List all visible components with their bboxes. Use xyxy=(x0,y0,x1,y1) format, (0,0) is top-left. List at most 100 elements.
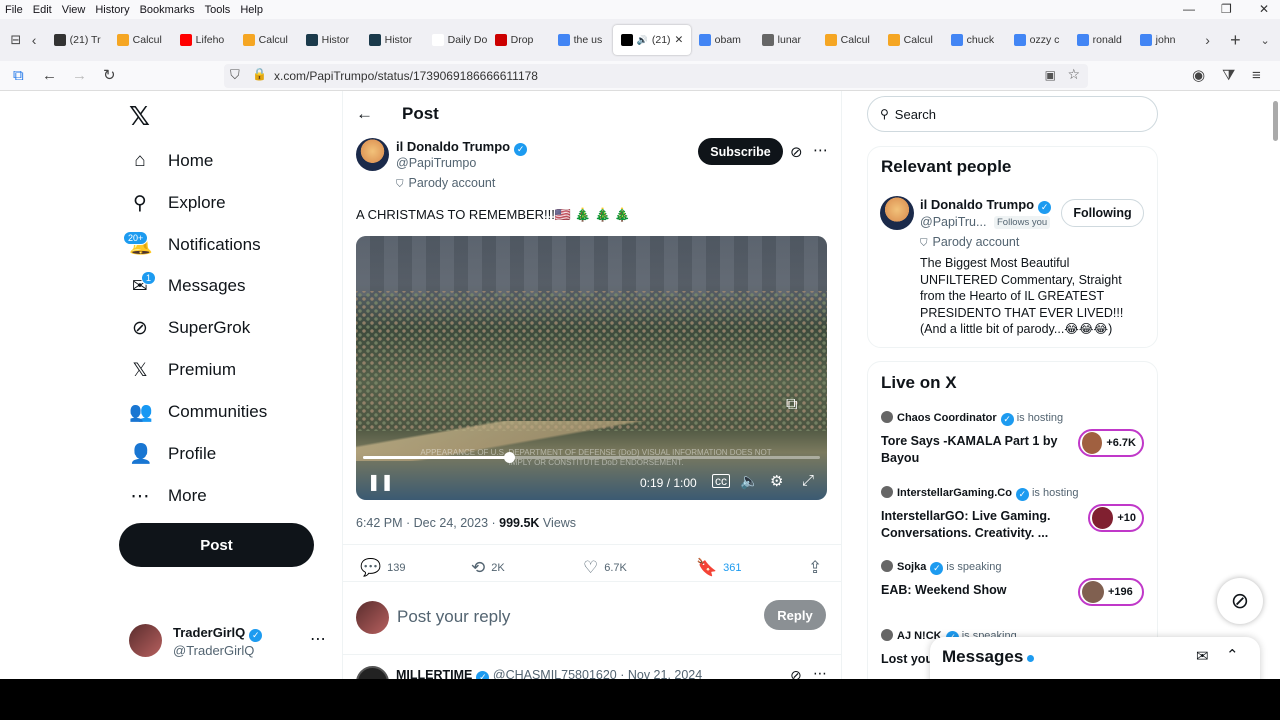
sidebar-item-communities[interactable]: 👥 Communities xyxy=(129,397,267,427)
video-player[interactable]: APPEARANCE OF U.S. DEPARTMENT OF DEFENSE… xyxy=(356,236,827,500)
browser-tab[interactable]: Daily Dose xyxy=(424,25,487,55)
author-handle[interactable]: @PapiTrumpo xyxy=(396,156,476,170)
person-name-link[interactable]: il Donaldo Trumpo ✓ xyxy=(920,197,1052,214)
live-listeners-pill[interactable]: +10 xyxy=(1088,504,1144,532)
reply-input[interactable]: Post your reply xyxy=(397,607,510,627)
like-action[interactable]: ♡ 6.7K xyxy=(583,558,627,578)
post-more-icon[interactable]: ⋯ xyxy=(813,141,828,159)
browser-tab[interactable]: john xyxy=(1132,25,1195,55)
browser-tab[interactable]: chuck xyxy=(943,25,1006,55)
grok-fab-icon[interactable]: ⊘ xyxy=(1217,578,1263,624)
settings-gear-icon[interactable]: ⚙ xyxy=(770,472,783,490)
picture-in-picture-icon[interactable]: ⧉ xyxy=(786,396,797,414)
back-arrow-icon[interactable]: ← xyxy=(356,104,373,124)
volume-icon[interactable]: 🔈 xyxy=(740,472,759,490)
sidebar-item-premium[interactable]: 𝕏 Premium xyxy=(129,355,236,385)
list-tabs-icon[interactable]: ⌄ xyxy=(1250,34,1280,47)
sidebar-item-home[interactable]: ⌂ Home xyxy=(129,146,213,176)
video-progress-track[interactable] xyxy=(363,456,820,459)
back-icon[interactable]: ← xyxy=(42,66,57,86)
menu-bookmarks[interactable]: Bookmarks xyxy=(135,4,200,16)
expand-drawer-icon[interactable]: ⌃ xyxy=(1226,646,1239,664)
author-name-link[interactable]: il Donaldo Trumpo ✓ xyxy=(396,139,528,156)
share-action[interactable]: ⇪ xyxy=(808,558,822,578)
sidebar-item-more[interactable]: ⋯ More xyxy=(129,481,207,511)
reply-button[interactable]: Reply xyxy=(764,600,826,630)
account-more-icon[interactable]: ⋯ xyxy=(310,629,326,649)
captions-icon[interactable]: cc xyxy=(712,474,730,488)
browser-tab[interactable]: Lifeho xyxy=(172,25,235,55)
reply-author-avatar[interactable] xyxy=(356,666,389,679)
bookmark-star-icon[interactable]: ☆ xyxy=(1067,66,1080,83)
repost-action[interactable]: ⟲ 2K xyxy=(471,558,505,578)
subscribe-button[interactable]: Subscribe xyxy=(698,138,783,165)
fullscreen-icon[interactable]: ⤢ xyxy=(802,472,814,489)
search-box[interactable]: ⚲ Search xyxy=(867,96,1158,132)
person-avatar[interactable] xyxy=(880,196,914,230)
browser-tab[interactable]: Calcul xyxy=(109,25,172,55)
page-scrollbar[interactable] xyxy=(1273,101,1278,141)
menu-tools[interactable]: Tools xyxy=(200,4,236,16)
sidebar-item-notifications[interactable]: 🔔 Notifications xyxy=(129,230,261,260)
shield-icon[interactable]: ⛉ xyxy=(230,67,240,83)
menu-history[interactable]: History xyxy=(90,4,134,16)
browser-tab[interactable]: Drop xyxy=(487,25,550,55)
minimize-icon[interactable]: — xyxy=(1178,2,1200,16)
live-host-row[interactable]: Chaos Coordinator ✓ is hosting xyxy=(881,411,1063,426)
browser-tab[interactable]: ozzy c xyxy=(1006,25,1069,55)
browser-tab[interactable]: Histor xyxy=(361,25,424,55)
account-icon[interactable]: ◉ xyxy=(1192,66,1205,86)
forward-icon[interactable]: → xyxy=(72,66,87,86)
browser-tab[interactable]: Calcul xyxy=(817,25,880,55)
address-bar[interactable]: ⛉ 🔒 x.com/PapiTrumpo/status/173906918666… xyxy=(224,64,1088,88)
browser-tab[interactable]: 🔊 (21) ✕ xyxy=(612,25,691,55)
browser-tab[interactable]: lunar xyxy=(754,25,817,55)
new-message-icon[interactable]: ✉ xyxy=(1196,647,1209,665)
sidebar-item-explore[interactable]: ⚲ Explore xyxy=(129,188,226,218)
grok-icon[interactable]: ⊘ xyxy=(790,667,802,679)
speaker-icon[interactable]: 🔊 xyxy=(637,35,648,46)
new-tab-icon[interactable]: + xyxy=(1220,30,1250,51)
bookmark-action[interactable]: 🔖 361 xyxy=(696,558,742,578)
app-menu-icon[interactable]: ≡ xyxy=(1252,66,1261,86)
reload-icon[interactable]: ↻ xyxy=(103,66,116,86)
messages-drawer[interactable]: Messages ✉ ⌃ xyxy=(930,637,1260,679)
maximize-icon[interactable]: ❐ xyxy=(1216,2,1237,16)
sidebar-item-profile[interactable]: 👤 Profile xyxy=(129,439,216,469)
account-avatar[interactable] xyxy=(129,624,162,657)
live-space-title[interactable]: EAB: Weekend Show xyxy=(881,582,1066,599)
browser-tab[interactable]: ronald xyxy=(1069,25,1132,55)
lock-icon[interactable]: 🔒 xyxy=(252,67,267,81)
close-window-icon[interactable]: ✕ xyxy=(1254,2,1274,16)
picture-in-picture-icon[interactable]: ▣ xyxy=(1045,68,1056,82)
author-avatar[interactable] xyxy=(356,138,389,171)
reply-action[interactable]: 💬 139 xyxy=(360,558,406,578)
compose-post-button[interactable]: Post xyxy=(119,523,314,567)
post-timestamp[interactable]: 6:42 PM · Dec 24, 2023 · xyxy=(356,516,499,530)
browser-tab[interactable]: Calcul xyxy=(235,25,298,55)
live-host-row[interactable]: InterstellarGaming.Co ✓ is hosting xyxy=(881,486,1078,501)
sidebar-item-supergrok[interactable]: ⊘ SuperGrok xyxy=(129,313,250,343)
menu-help[interactable]: Help xyxy=(235,4,268,16)
following-button[interactable]: Following xyxy=(1061,199,1144,227)
menu-edit[interactable]: Edit xyxy=(28,4,57,16)
tabs-scroll-left-icon[interactable]: ‹ xyxy=(32,32,46,48)
browser-tab[interactable]: (21) Tr xyxy=(46,25,109,55)
live-listeners-pill[interactable]: +196 xyxy=(1078,578,1144,606)
pause-icon[interactable]: ❚❚ xyxy=(367,472,394,492)
tab-overview-icon[interactable]: ⊟ xyxy=(0,32,32,48)
browser-tab[interactable]: the us xyxy=(550,25,613,55)
grok-icon[interactable]: ⊘ xyxy=(790,143,803,161)
live-listeners-pill[interactable]: +6.7K xyxy=(1078,429,1144,457)
menu-view[interactable]: View xyxy=(57,4,91,16)
x-logo-icon[interactable]: 𝕏 xyxy=(129,101,150,132)
tabs-scroll-right-icon[interactable]: › xyxy=(1195,32,1221,48)
reply-more-icon[interactable]: ⋯ xyxy=(813,665,827,679)
menu-file[interactable]: File xyxy=(0,4,28,16)
live-space-title[interactable]: Tore Says -KAMALA Part 1 by Bayou xyxy=(881,433,1066,466)
sidebar-toggle-icon[interactable]: ⧉ xyxy=(13,66,24,86)
account-switcher[interactable]: TraderGirlQ ✓ xyxy=(173,625,263,642)
extensions-icon[interactable]: ⧩ xyxy=(1222,66,1235,86)
live-host-row[interactable]: Sojka ✓ is speaking xyxy=(881,560,1001,575)
close-tab-icon[interactable]: ✕ xyxy=(675,34,684,46)
